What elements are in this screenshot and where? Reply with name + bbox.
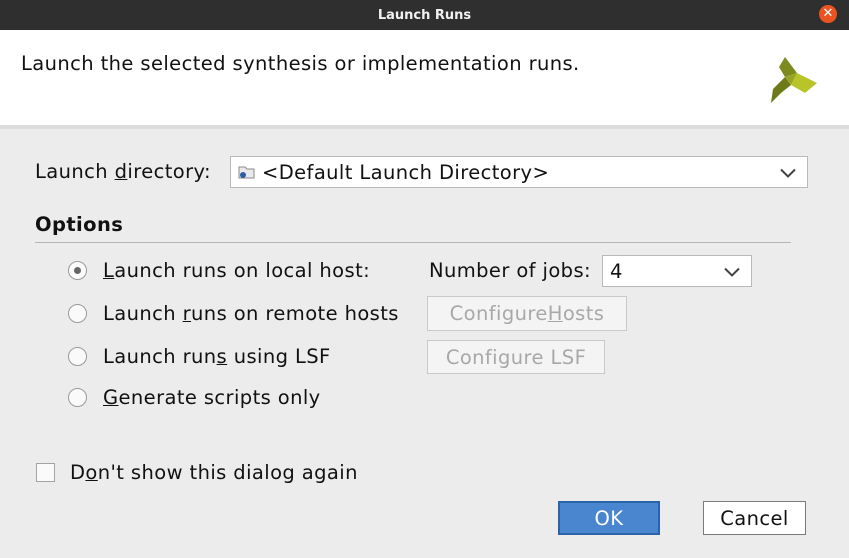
header-separator	[0, 125, 849, 129]
launch-directory-value: <Default Launch Directory>	[262, 160, 550, 184]
lsf-label: Launch runs using LSF	[103, 345, 331, 368]
ok-button[interactable]: OK	[558, 501, 660, 535]
configure-lsf-button[interactable]: Configure LSF	[427, 340, 605, 374]
number-of-jobs-label: Number of jobs:	[429, 259, 591, 282]
options-heading: Options	[35, 213, 124, 236]
radio-local-host[interactable]	[68, 261, 87, 280]
dont-show-checkbox[interactable]	[36, 463, 55, 482]
close-button[interactable]: ✕	[819, 5, 837, 23]
launch-directory-label: Launch directory:	[35, 160, 212, 183]
radio-generate-scripts[interactable]	[68, 388, 87, 407]
dialog-description: Launch the selected synthesis or impleme…	[21, 52, 580, 75]
close-icon: ✕	[822, 6, 834, 21]
number-of-jobs-value: 4	[610, 259, 623, 283]
remote-hosts-label: Launch runs on remote hosts	[103, 302, 399, 325]
chevron-down-icon	[779, 161, 797, 184]
xilinx-logo-icon	[767, 53, 821, 111]
options-divider	[35, 242, 791, 243]
number-of-jobs-combobox[interactable]: 4	[602, 255, 752, 287]
dont-show-label: Don't show this dialog again	[70, 461, 358, 484]
dialog-header: Launch the selected synthesis or impleme…	[0, 30, 849, 125]
radio-lsf[interactable]	[68, 347, 87, 366]
launch-runs-dialog: Launch Runs ✕ Launch the selected synthe…	[0, 0, 849, 558]
window-title: Launch Runs	[377, 7, 472, 23]
configure-hosts-button[interactable]: Configure Hosts	[427, 296, 627, 331]
title-bar: Launch Runs ✕	[0, 0, 849, 30]
radio-remote-hosts[interactable]	[68, 304, 87, 323]
cancel-button[interactable]: Cancel	[703, 501, 806, 535]
chevron-down-icon	[723, 260, 741, 283]
launch-directory-combobox[interactable]: <Default Launch Directory>	[230, 156, 808, 188]
folder-icon	[238, 164, 256, 180]
local-host-label: Launch runs on local host:	[103, 259, 371, 282]
generate-scripts-label: Generate scripts only	[103, 386, 321, 409]
